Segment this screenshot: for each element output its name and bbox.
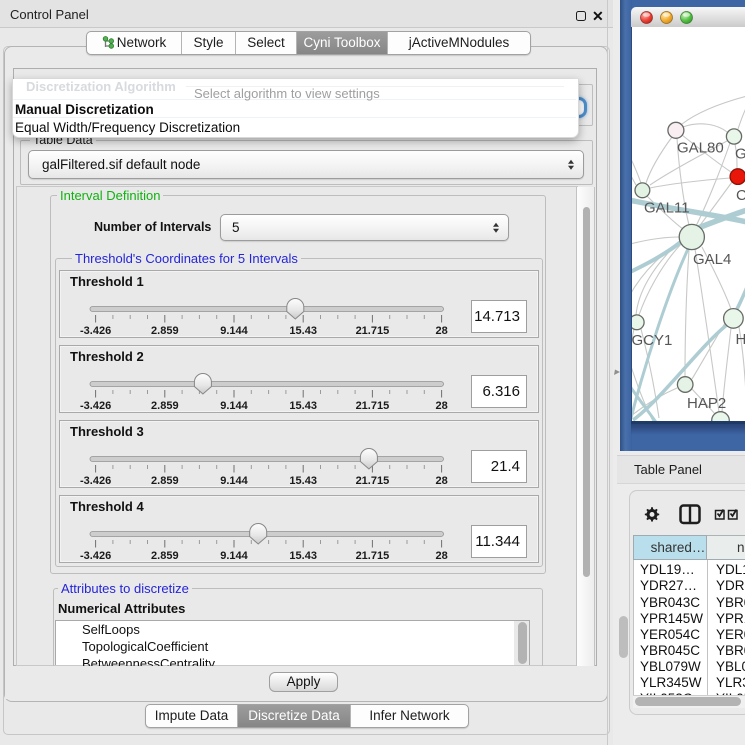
svg-text:GAL11: GAL11 bbox=[644, 200, 690, 217]
svg-text:GAL4: GAL4 bbox=[693, 251, 731, 268]
svg-text:GCY1: GCY1 bbox=[632, 332, 672, 349]
svg-text:H: H bbox=[736, 331, 745, 348]
svg-text:HAP2: HAP2 bbox=[687, 395, 726, 412]
svg-text:GAL: GAL bbox=[735, 146, 745, 163]
svg-text:GAL80: GAL80 bbox=[677, 140, 724, 157]
svg-text:CR: CR bbox=[736, 187, 745, 204]
